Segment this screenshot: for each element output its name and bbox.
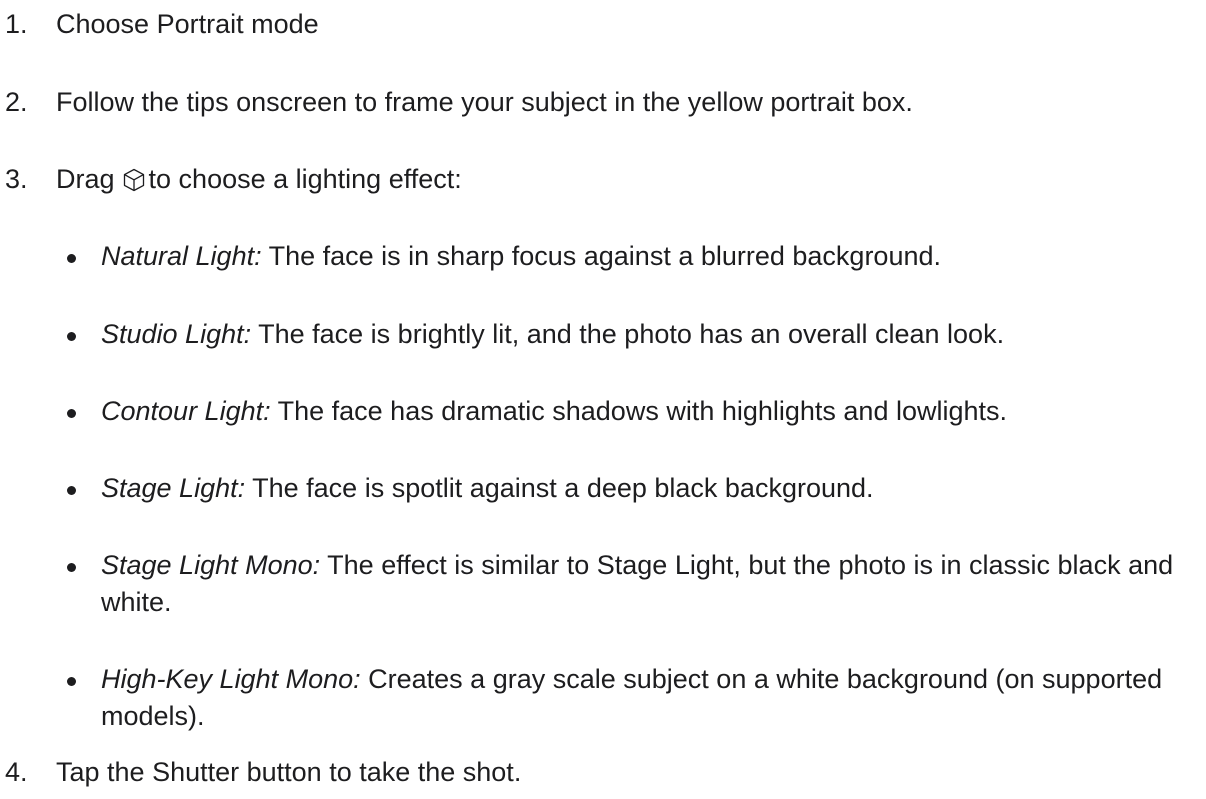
effect-description: The face is in sharp focus against a blu…	[261, 241, 941, 271]
step-number: 2.	[5, 87, 28, 117]
bullet-dot	[67, 254, 76, 263]
effect-term: High-Key Light Mono:	[101, 664, 361, 694]
bullet-text: Natural Light: The face is in sharp focu…	[101, 238, 1196, 275]
effect-term: Natural Light:	[101, 241, 262, 271]
effect-description: The face is brightly lit, and the photo …	[251, 319, 1005, 349]
step-text: Follow the tips onscreen to frame your s…	[56, 87, 913, 117]
step-number: 1.	[5, 9, 28, 39]
bullet-text: Stage Light: The face is spotlit against…	[101, 470, 1196, 507]
bullet-dot	[67, 409, 76, 418]
step-text-after-icon: to choose a lighting effect:	[148, 164, 462, 194]
bullet-text: Studio Light: The face is brightly lit, …	[101, 316, 1196, 353]
bullet-text: Stage Light Mono: The effect is similar …	[101, 547, 1196, 621]
step-text-before-icon: Drag	[56, 164, 115, 194]
step-number: 4.	[5, 757, 28, 787]
effect-term: Studio Light:	[101, 319, 252, 349]
effect-term: Stage Light Mono:	[101, 550, 321, 580]
effect-description: The face is spotlit against a deep black…	[245, 473, 874, 503]
step-text: Drag to choose a lighting effect:	[56, 161, 1186, 198]
effect-term: Stage Light:	[101, 473, 246, 503]
step-text: Tap the Shutter button to take the shot.	[56, 757, 522, 787]
step-text: Choose Portrait mode	[56, 9, 319, 39]
bullet-text: High-Key Light Mono: Creates a gray scal…	[101, 661, 1196, 735]
bullet-dot	[67, 486, 76, 495]
bullet-dot	[67, 332, 76, 341]
bullet-dot	[67, 563, 76, 572]
bullet-dot	[67, 677, 76, 686]
effect-term: Contour Light:	[101, 396, 271, 426]
cube-icon	[121, 166, 147, 192]
bullet-text: Contour Light: The face has dramatic sha…	[101, 393, 1196, 430]
step-number: 3.	[5, 164, 28, 194]
effect-description: The face has dramatic shadows with highl…	[270, 396, 1008, 426]
